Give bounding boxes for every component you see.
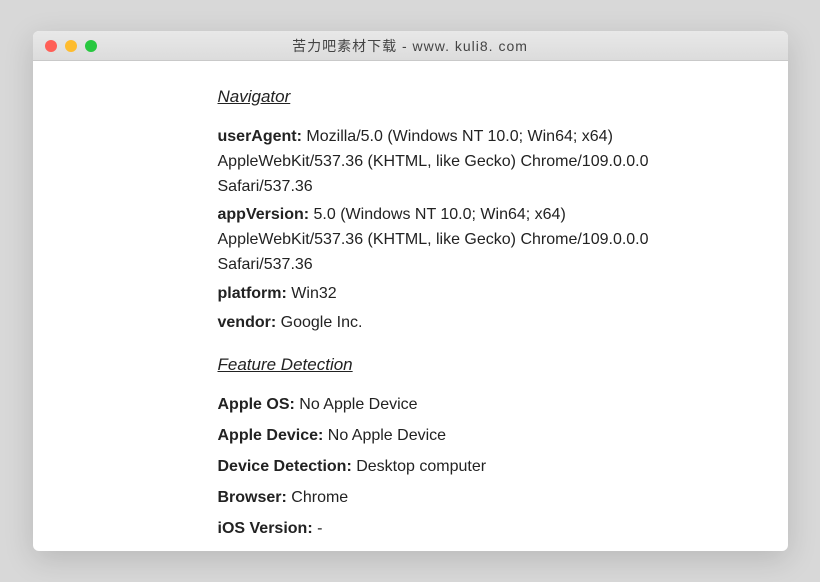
value-apple-os: No Apple Device [299,396,417,413]
value-browser: Chrome [291,489,348,506]
label-appversion: appVersion: [218,206,314,223]
row-useragent: userAgent: Mozilla/5.0 (Windows NT 10.0;… [218,125,698,199]
window-title: 苦力吧素材下载 - www. kuli8. com [33,36,788,56]
close-icon[interactable] [45,40,57,52]
minimize-icon[interactable] [65,40,77,52]
row-appversion: appVersion: 5.0 (Windows NT 10.0; Win64;… [218,203,698,277]
value-device-detection: Desktop computer [356,458,486,475]
window: 苦力吧素材下载 - www. kuli8. com Navigator user… [33,31,788,551]
label-device-detection: Device Detection: [218,458,357,475]
titlebar[interactable]: 苦力吧素材下载 - www. kuli8. com [33,31,788,61]
section-feature: Feature Detection Apple OS: No Apple Dev… [218,355,788,541]
row-vendor: vendor: Google Inc. [218,311,698,336]
section-header-navigator: Navigator [218,87,788,107]
label-platform: platform: [218,285,292,302]
row-browser: Browser: Chrome [218,486,698,511]
row-apple-os: Apple OS: No Apple Device [218,393,698,418]
traffic-lights [45,40,97,52]
section-header-feature: Feature Detection [218,355,788,375]
row-apple-device: Apple Device: No Apple Device [218,424,698,449]
row-device-detection: Device Detection: Desktop computer [218,455,698,480]
maximize-icon[interactable] [85,40,97,52]
label-vendor: vendor: [218,314,281,331]
row-platform: platform: Win32 [218,282,698,307]
label-useragent: userAgent: [218,128,307,145]
label-browser: Browser: [218,489,292,506]
label-apple-device: Apple Device: [218,427,328,444]
value-vendor: Google Inc. [281,314,363,331]
value-platform: Win32 [291,285,336,302]
label-ios-version: iOS Version: [218,520,318,537]
value-ios-version: - [317,520,322,537]
label-apple-os: Apple OS: [218,396,300,413]
row-ios-version: iOS Version: - [218,517,698,542]
content: Navigator userAgent: Mozilla/5.0 (Window… [33,61,788,551]
value-apple-device: No Apple Device [328,427,446,444]
